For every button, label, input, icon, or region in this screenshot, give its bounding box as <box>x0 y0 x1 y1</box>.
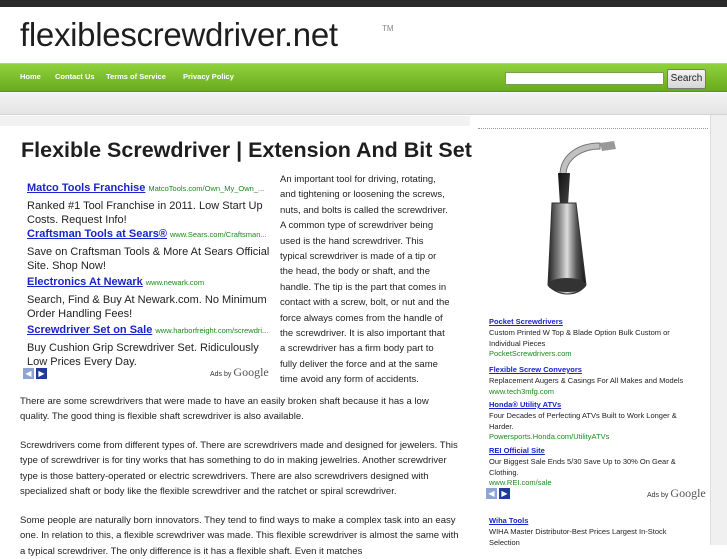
nav-home[interactable]: Home <box>20 72 41 81</box>
google-brand: Google <box>233 365 269 379</box>
ad-title[interactable]: Craftsman Tools at Sears® <box>27 228 167 240</box>
ads-next-arrow-icon[interactable]: ▶ <box>36 368 47 379</box>
sub-bar <box>0 93 727 115</box>
sidebar-ad-item[interactable]: REI Official Site Our Biggest Sale Ends … <box>489 446 699 488</box>
sidebar-ad-description: Four Decades of Perfecting ATVs Built to… <box>489 411 677 431</box>
ad-url[interactable]: www.Sears.com/Craftsman... <box>170 230 267 239</box>
product-image <box>488 135 710 305</box>
nav-terms-of-service[interactable]: Terms of Service <box>106 72 166 81</box>
sidebar-ad-description: Custom Printed W Top & Blade Option Bulk… <box>489 328 670 348</box>
sidebar-ad-url[interactable]: PocketScrewdrivers.com <box>489 349 699 359</box>
nav-privacy-policy[interactable]: Privacy Policy <box>183 72 234 81</box>
page-title: Flexible Screwdriver | Extension And Bit… <box>21 138 472 162</box>
site-header: flexiblescrewdriver.net TM <box>0 7 727 63</box>
sidebar-ad-title[interactable]: Wiha Tools <box>489 516 699 525</box>
ad-item[interactable]: Screwdriver Set on Sale www.harborfreight… <box>27 320 272 369</box>
sidebar-ad-description: Replacement Augers & Casings For All Mak… <box>489 376 684 385</box>
sidebar-ad-item[interactable]: Honda® Utility ATVs Four Decades of Perf… <box>489 400 699 442</box>
google-brand: Google <box>670 486 706 500</box>
sidebar-ads-prev-arrow-icon[interactable]: ◀ <box>486 488 497 499</box>
ads-by-google[interactable]: Ads by Google <box>210 365 269 380</box>
sidebar-ad-title[interactable]: REI Official Site <box>489 446 699 455</box>
sidebar-ad-item[interactable]: Pocket Screwdrivers Custom Printed W Top… <box>489 317 699 359</box>
nav-contact-us[interactable]: Contact Us <box>55 72 95 81</box>
ad-url[interactable]: www.harborfreight.com/screwdri... <box>155 326 268 335</box>
ad-description: Save on Craftsman Tools & More At Sears … <box>27 246 270 272</box>
sidebar-ad-url[interactable]: Powersports.Honda.com/UtilityATVs <box>489 432 699 442</box>
site-logo[interactable]: flexiblescrewdriver.net <box>20 16 338 54</box>
body-paragraph: Screwdrivers come from different types o… <box>20 440 458 498</box>
intro-paragraph: An important tool for driving, rotating,… <box>280 174 450 386</box>
sidebar-ad-item[interactable]: Flexible Screw Conveyors Replacement Aug… <box>489 365 699 397</box>
search-input[interactable] <box>505 72 664 85</box>
ad-description: Ranked #1 Tool Franchise in 2011. Low St… <box>27 200 263 226</box>
top-strip <box>0 0 727 7</box>
sidebar-ad-title[interactable]: Honda® Utility ATVs <box>489 400 699 409</box>
sidebar-ad-title[interactable]: Pocket Screwdrivers <box>489 317 699 326</box>
sidebar-ad-title[interactable]: Flexible Screw Conveyors <box>489 365 699 374</box>
ad-item[interactable]: Matco Tools Franchise MatcoTools.com/Own_… <box>27 178 272 227</box>
ads-prev-arrow-icon[interactable]: ◀ <box>23 368 34 379</box>
scrollbar[interactable] <box>710 115 727 545</box>
search-button[interactable]: Search <box>667 69 706 89</box>
ad-title[interactable]: Electronics At Newark <box>27 276 143 288</box>
sidebar-ads-by-google[interactable]: Ads by Google <box>647 486 706 501</box>
body-paragraph: There are some screwdrivers that were ma… <box>20 396 429 423</box>
ads-by-label: Ads by <box>647 492 669 499</box>
trademark-mark: TM <box>382 24 394 33</box>
sidebar-ads-next-arrow-icon[interactable]: ▶ <box>499 488 510 499</box>
ad-description: Search, Find & Buy At Newark.com. No Min… <box>27 294 267 320</box>
sidebar-ad-url[interactable]: www.tech3mfg.com <box>489 387 699 397</box>
ad-item[interactable]: Electronics At Newark www.newark.com Sear… <box>27 272 272 321</box>
sidebar-divider <box>478 128 708 129</box>
ad-title[interactable]: Matco Tools Franchise <box>27 182 145 194</box>
ads-by-label: Ads by <box>210 371 232 378</box>
sidebar-ad-description: Our Biggest Sale Ends 5/30 Save Up to 30… <box>489 457 676 477</box>
ad-title[interactable]: Screwdriver Set on Sale <box>27 324 152 336</box>
ad-url[interactable]: MatcoTools.com/Own_My_Own_... <box>148 184 264 193</box>
sidebar-ad-item[interactable]: Wiha Tools WIHA Master Distributor-Best … <box>489 516 699 548</box>
body-paragraph: Some people are naturally born innovator… <box>20 515 459 557</box>
ad-item[interactable]: Craftsman Tools at Sears® www.Sears.com/C… <box>27 224 272 273</box>
ad-url[interactable]: www.newark.com <box>146 278 204 287</box>
